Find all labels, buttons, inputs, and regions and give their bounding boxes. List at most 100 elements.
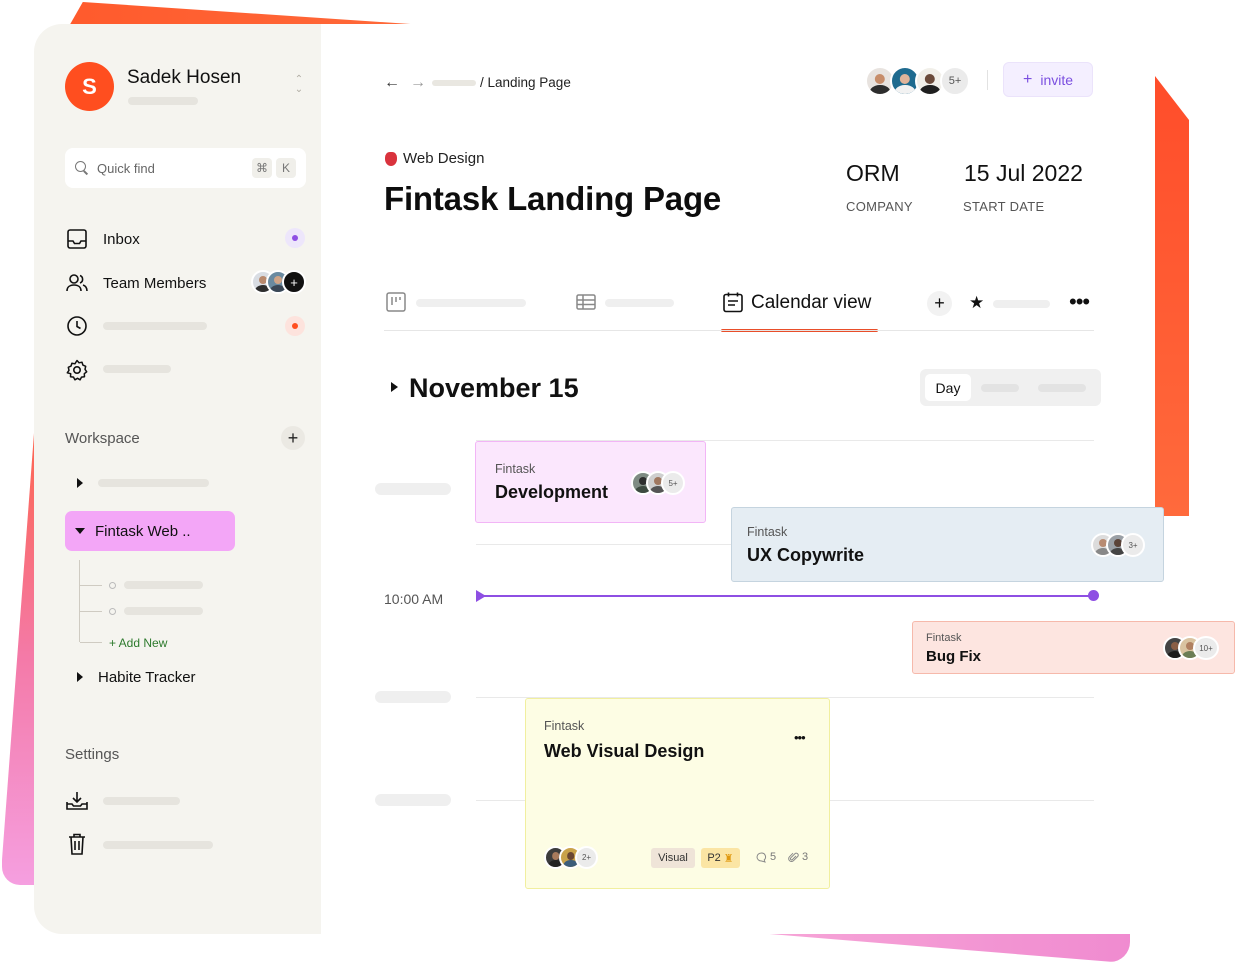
event-title: Web Visual Design: [544, 741, 705, 761]
user-subtitle-placeholder: [128, 97, 198, 105]
user-avatar[interactable]: S: [65, 62, 114, 111]
more-collaborators-badge[interactable]: 5+: [940, 66, 970, 96]
add-workspace-button[interactable]: +: [281, 426, 305, 450]
trash-icon: [65, 832, 89, 856]
sidebar-item-label-placeholder: [103, 322, 207, 330]
shortcut-k-key: K: [276, 158, 296, 178]
event-title: Bug Fix: [926, 648, 981, 665]
sidebar-item-inbox[interactable]: Inbox: [65, 226, 140, 252]
more-options-icon[interactable]: •••: [1069, 289, 1090, 315]
event-more-assignees: 2+: [575, 846, 598, 869]
tree-connector: [79, 560, 80, 642]
category-gem-icon: [385, 151, 397, 166]
trophy-icon: ♜: [723, 852, 734, 865]
project-category[interactable]: Web Design: [385, 150, 484, 167]
inbox-icon: [65, 227, 89, 251]
divider: [987, 70, 988, 90]
add-view-button[interactable]: +: [927, 291, 952, 316]
gear-icon: [65, 358, 89, 382]
recent-alert-badge: [285, 316, 305, 336]
sidebar-item-label: Inbox: [103, 230, 140, 248]
event-project: Fintask: [926, 632, 962, 644]
tab-table[interactable]: [576, 292, 598, 314]
inbox-unread-badge: [285, 228, 305, 248]
tree-connector: [80, 642, 102, 643]
tab-label-placeholder[interactable]: [416, 299, 526, 307]
event-title: UX Copywrite: [747, 545, 865, 565]
event-menu-icon[interactable]: •••: [794, 730, 806, 745]
tab-label-placeholder[interactable]: [605, 299, 674, 307]
account-switcher-icon[interactable]: ⌃ ⌄: [291, 75, 307, 97]
event-priority-tag[interactable]: P2 ♜: [701, 848, 740, 868]
time-label-placeholder: [375, 794, 451, 806]
sub-page-placeholder[interactable]: [124, 581, 203, 589]
decor-shape-right: [1155, 76, 1189, 516]
comment-icon: [756, 851, 767, 863]
event-label-tag[interactable]: Visual: [651, 848, 695, 868]
sidebar-item-trash[interactable]: [65, 831, 103, 857]
event-more-assignees: 10+: [1193, 636, 1219, 660]
view-month-button[interactable]: [1038, 384, 1086, 392]
view-day-button[interactable]: Day: [925, 374, 971, 401]
workspace-item-placeholder[interactable]: [98, 479, 209, 487]
forward-arrow-icon[interactable]: →: [410, 74, 426, 92]
event-comments-count[interactable]: 5: [756, 851, 776, 863]
event-project: Fintask: [495, 462, 536, 476]
history-navigation: ← →: [384, 74, 426, 92]
sidebar-item-label-placeholder: [103, 841, 213, 849]
star-icon[interactable]: ★: [969, 293, 984, 313]
time-label-placeholder: [375, 691, 451, 703]
paperclip-icon: [788, 852, 799, 862]
workspace-item-fintask-web[interactable]: Fintask Web ..: [65, 511, 235, 551]
page-title: Fintask Landing Page: [384, 180, 722, 217]
expand-icon[interactable]: [77, 478, 83, 488]
add-team-member-button[interactable]: +: [282, 270, 306, 294]
collapse-icon[interactable]: [75, 528, 85, 534]
sidebar-item-label: Team Members: [103, 274, 207, 292]
priority-label: P2: [707, 852, 721, 864]
quick-find-search[interactable]: Quick find ⌘ K: [65, 148, 306, 188]
shortcut-cmd-key: ⌘: [252, 158, 272, 178]
event-attachments-count[interactable]: 3: [788, 851, 808, 863]
invite-button[interactable]: + invite: [1003, 62, 1093, 97]
tab-calendar-label[interactable]: Calendar view: [751, 292, 871, 314]
sidebar-item-label-placeholder: [103, 365, 171, 373]
current-time-line: [480, 595, 1094, 597]
invite-label: invite: [1040, 71, 1074, 88]
sub-page-placeholder[interactable]: [124, 607, 203, 615]
back-arrow-icon[interactable]: ←: [384, 74, 400, 92]
search-icon: [75, 161, 89, 175]
expand-icon[interactable]: [77, 672, 83, 682]
tabs-divider: [384, 330, 1094, 331]
sidebar-item-settings[interactable]: [65, 357, 103, 383]
page-bullet-icon: [109, 608, 116, 615]
tab-calendar[interactable]: [722, 291, 744, 313]
company-label: COMPANY: [846, 199, 913, 214]
comments-count: 5: [770, 851, 777, 863]
attachments-count: 3: [802, 851, 809, 863]
start-date-label: START DATE: [963, 199, 1045, 214]
workspace-item-habit-tracker[interactable]: Habite Tracker: [98, 669, 196, 686]
time-label: 10:00 AM: [384, 591, 444, 607]
clock-icon: [65, 314, 89, 338]
month-toggle-icon[interactable]: [391, 382, 398, 392]
sidebar-item-import[interactable]: [65, 788, 103, 814]
current-time-marker-start: [476, 590, 486, 602]
tab-board[interactable]: [386, 292, 408, 314]
view-switcher: Day: [920, 369, 1101, 406]
sidebar-item-recent[interactable]: [65, 313, 103, 339]
favorite-tab-placeholder[interactable]: [993, 300, 1050, 308]
tree-connector: [80, 611, 102, 612]
settings-section-title: Settings: [65, 746, 120, 763]
add-new-page-button[interactable]: + Add New: [109, 636, 167, 650]
sidebar-item-team-members[interactable]: Team Members: [65, 270, 206, 296]
breadcrumb-parent-placeholder[interactable]: [432, 80, 476, 86]
breadcrumb-current: / Landing Page: [480, 75, 571, 90]
view-week-button[interactable]: [981, 384, 1019, 392]
user-name[interactable]: Sadek Hosen: [127, 67, 241, 89]
event-project: Fintask: [544, 719, 585, 733]
event-more-assignees: 5+: [661, 471, 685, 495]
project-category-label: Web Design: [403, 150, 485, 167]
team-icon: [65, 271, 89, 295]
workspace-section-title: Workspace: [65, 430, 140, 447]
